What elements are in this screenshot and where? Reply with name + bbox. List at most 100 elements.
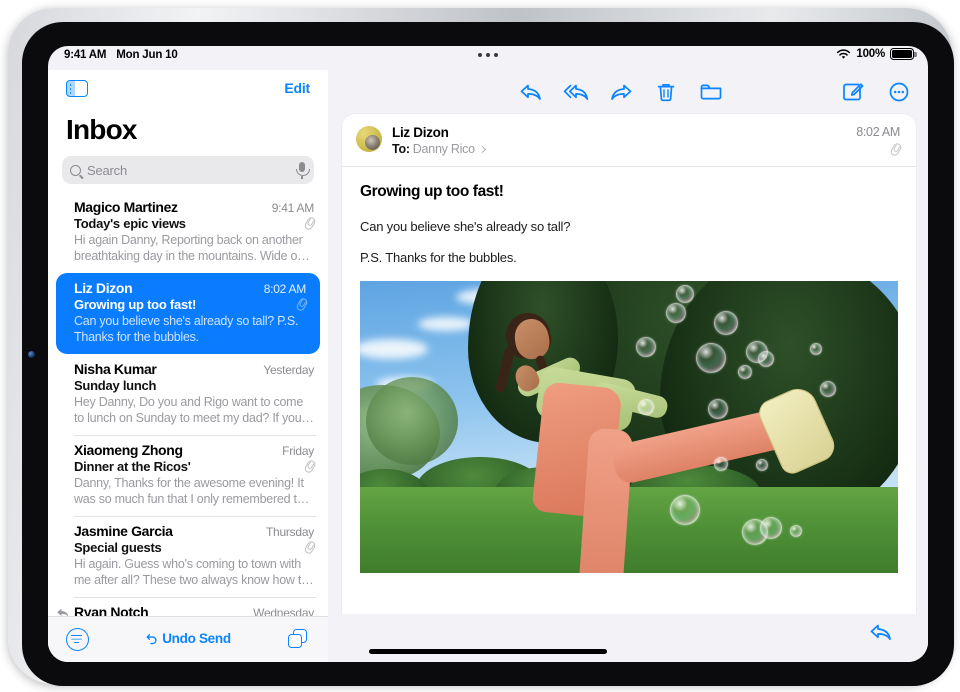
bubble <box>708 399 728 419</box>
more-circle-icon <box>889 82 909 102</box>
message-list[interactable]: Magico Martinez 9:41 AM Today's epic views… <box>48 192 328 616</box>
reply-all-button[interactable] <box>563 80 589 104</box>
list-item-header: Liz Dizon 8:02 AM <box>74 280 306 296</box>
attachment-clip-icon <box>304 460 314 473</box>
battery-icon <box>890 48 917 60</box>
bubble <box>696 343 726 373</box>
compose-pencil-icon <box>843 83 864 101</box>
battery-percent-label: 100% <box>856 48 885 60</box>
list-item[interactable]: Magico Martinez 9:41 AM Today's epic views… <box>48 192 328 273</box>
list-item-preview: Hey Danny, Do you and Rigo want to come … <box>74 395 314 425</box>
chevron-right-icon <box>478 145 486 153</box>
list-item-header: Magico Martinez 9:41 AM <box>74 199 314 215</box>
page-title: Inbox <box>66 114 137 145</box>
sidebar-top-bar: Edit <box>48 70 328 112</box>
list-item-sender: Magico Martinez <box>74 199 178 215</box>
copy-icon[interactable] <box>288 629 308 649</box>
message-card: Liz Dizon To: Danny Rico 8:02 AM Growing… <box>342 114 916 614</box>
list-item-subject-row: Today's epic views <box>74 216 314 231</box>
message-meta: 8:02 AM <box>840 125 900 156</box>
list-item-preview: Hi again Danny, Reporting back on anothe… <box>74 233 310 263</box>
bubble <box>636 337 656 357</box>
message-time: 8:02 AM <box>856 125 900 139</box>
avatar <box>356 126 382 152</box>
forward-button[interactable] <box>608 80 634 104</box>
ipad-device-frame: 9:41 AM Mon Jun 10 100% Edit Inbox Searc… <box>8 8 954 686</box>
list-item-time: 8:02 AM <box>263 282 307 296</box>
dot <box>478 53 482 57</box>
message-recipient-row[interactable]: To: Danny Rico <box>392 142 830 156</box>
list-item-time: Friday <box>282 444 314 458</box>
list-item-header: Jasmine Garcia Thursday <box>74 523 314 539</box>
list-item-time: 9:41 AM <box>271 201 315 215</box>
reply-button[interactable] <box>518 80 544 104</box>
list-item-subject: Dinner at the Ricos' <box>74 459 191 474</box>
undo-arrow-icon <box>146 634 157 645</box>
message-paragraph: P.S. Thanks for the bubbles. <box>360 250 517 265</box>
list-item-subject-row: Dinner at the Ricos' <box>74 459 314 474</box>
search-bar-container: Search <box>48 152 328 192</box>
reply-arrow-icon <box>870 624 891 640</box>
delete-button[interactable] <box>653 80 679 104</box>
list-item-time: Thursday <box>265 525 314 539</box>
bubble <box>666 303 686 323</box>
list-item[interactable]: Ryan NotchWednesdayOut of townHowdy, nei… <box>48 597 328 616</box>
list-item-sender: Xiaomeng Zhong <box>74 442 183 458</box>
attachment-clip-icon <box>304 217 314 230</box>
status-date: Mon Jun 10 <box>116 49 178 61</box>
move-to-folder-button[interactable] <box>698 80 724 104</box>
message-subject: Growing up too fast! <box>360 183 504 200</box>
folder-icon <box>700 84 722 100</box>
multitasking-handle-icon[interactable] <box>478 53 498 57</box>
edit-button[interactable]: Edit <box>284 80 310 96</box>
trash-icon <box>657 83 675 102</box>
mailbox-sidebar: Edit Inbox Search Magico Martinez 9:41 AM… <box>48 70 328 662</box>
sidebar-toggle-icon[interactable] <box>66 80 88 97</box>
message-toolbar <box>328 70 928 114</box>
bubble <box>714 311 738 335</box>
bubble <box>820 381 836 397</box>
list-item-preview: Hi again. Guess who's coming to town wit… <box>74 557 314 587</box>
reply-arrow-icon <box>520 84 541 100</box>
message-photo-attachment[interactable] <box>360 281 898 573</box>
more-options-button[interactable] <box>886 80 912 104</box>
list-item[interactable]: Liz Dizon 8:02 AM Growing up too fast! Can … <box>56 273 320 354</box>
bubble <box>676 285 694 303</box>
list-item-subject: Growing up too fast! <box>74 297 197 312</box>
attachment-clip-icon <box>304 541 314 554</box>
reply-button[interactable] <box>868 620 894 644</box>
list-item-subject-row: Growing up too fast! <box>74 297 306 312</box>
bubble <box>758 351 774 367</box>
forward-arrow-icon <box>611 84 632 100</box>
sidebar-bottom-toolbar: Undo Send <box>48 616 328 662</box>
filter-icon[interactable] <box>66 628 89 651</box>
list-item[interactable]: Xiaomeng Zhong Friday Dinner at the Ricos'… <box>48 435 328 516</box>
list-item[interactable]: Jasmine Garcia Thursday Special guests Hi a… <box>48 516 328 597</box>
dot <box>494 53 498 57</box>
compose-button[interactable] <box>840 80 866 104</box>
status-bar-right: 100% <box>836 48 917 60</box>
wifi-icon <box>837 48 851 59</box>
search-placeholder: Search <box>87 162 127 178</box>
girl-subject <box>360 281 898 573</box>
list-item[interactable]: Nisha Kumar Yesterday Sunday lunch Hey Dann… <box>48 354 328 435</box>
home-indicator[interactable] <box>369 649 607 654</box>
message-header[interactable]: Liz Dizon To: Danny Rico 8:02 AM <box>342 114 916 167</box>
bubble <box>790 525 802 537</box>
bubble <box>670 495 700 525</box>
message-reading-pane: Liz Dizon To: Danny Rico 8:02 AM Growing… <box>328 70 928 662</box>
message-body: Growing up too fast! Can you believe she… <box>342 167 916 614</box>
list-item-subject: Special guests <box>74 540 162 555</box>
undo-send-label: Undo Send <box>162 631 231 646</box>
list-item-subject-row: Special guests <box>74 540 314 555</box>
undo-send-button[interactable]: Undo Send <box>145 631 231 646</box>
bubble <box>756 459 768 471</box>
attachment-clip-icon <box>890 143 900 156</box>
microphone-icon[interactable] <box>295 162 310 179</box>
braid <box>494 346 516 394</box>
bubble <box>714 457 728 471</box>
status-bar-left: 9:41 AM Mon Jun 10 <box>64 49 178 61</box>
list-item-sender: Jasmine Garcia <box>74 523 173 539</box>
search-input[interactable]: Search <box>62 156 314 184</box>
message-paragraph: Can you believe she's already so tall? <box>360 219 571 234</box>
